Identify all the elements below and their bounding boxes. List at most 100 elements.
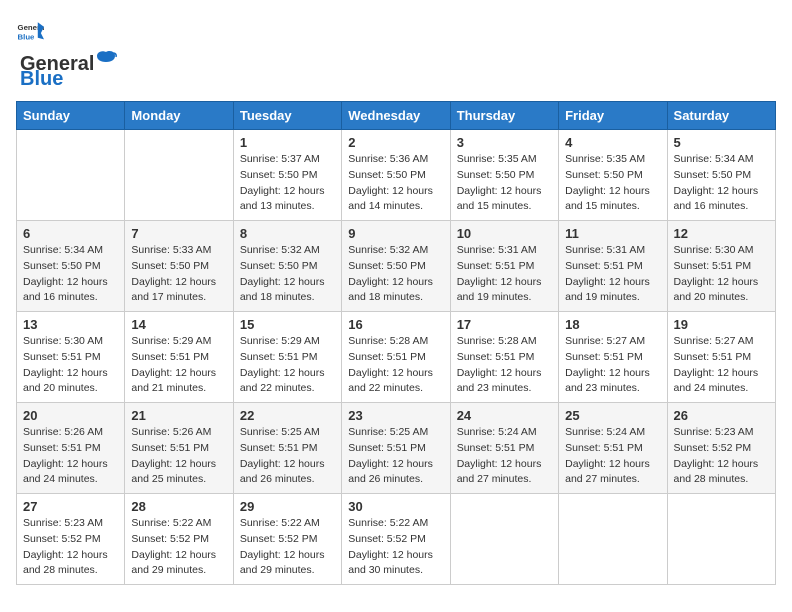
day-number: 5 xyxy=(674,135,769,150)
day-number: 29 xyxy=(240,499,335,514)
day-number: 28 xyxy=(131,499,226,514)
day-info: Sunrise: 5:31 AM Sunset: 5:51 PM Dayligh… xyxy=(565,243,660,306)
day-header-friday: Friday xyxy=(559,102,667,130)
day-info: Sunrise: 5:24 AM Sunset: 5:51 PM Dayligh… xyxy=(457,425,552,488)
day-info: Sunrise: 5:24 AM Sunset: 5:51 PM Dayligh… xyxy=(565,425,660,488)
day-info: Sunrise: 5:36 AM Sunset: 5:50 PM Dayligh… xyxy=(348,152,443,215)
day-info: Sunrise: 5:28 AM Sunset: 5:51 PM Dayligh… xyxy=(348,334,443,397)
calendar-cell: 10 Sunrise: 5:31 AM Sunset: 5:51 PM Dayli… xyxy=(450,221,558,312)
day-info: Sunrise: 5:22 AM Sunset: 5:52 PM Dayligh… xyxy=(131,516,226,579)
day-number: 1 xyxy=(240,135,335,150)
day-number: 27 xyxy=(23,499,118,514)
day-info: Sunrise: 5:22 AM Sunset: 5:52 PM Dayligh… xyxy=(240,516,335,579)
day-number: 4 xyxy=(565,135,660,150)
calendar-cell xyxy=(17,130,125,221)
calendar-cell: 15 Sunrise: 5:29 AM Sunset: 5:51 PM Dayli… xyxy=(233,312,341,403)
day-number: 24 xyxy=(457,408,552,423)
day-number: 16 xyxy=(348,317,443,332)
calendar-cell: 21Sunrise: 5:26 AM Sunset: 5:51 PM Dayli… xyxy=(125,403,233,494)
day-number: 2 xyxy=(348,135,443,150)
calendar-cell: 6Sunrise: 5:34 AM Sunset: 5:50 PM Daylig… xyxy=(17,221,125,312)
calendar-cell xyxy=(667,494,775,585)
day-number: 22 xyxy=(240,408,335,423)
calendar-cell: 11 Sunrise: 5:31 AM Sunset: 5:51 PM Dayli… xyxy=(559,221,667,312)
day-info: Sunrise: 5:32 AM Sunset: 5:50 PM Dayligh… xyxy=(348,243,443,306)
day-header-tuesday: Tuesday xyxy=(233,102,341,130)
calendar-cell: 29 Sunrise: 5:22 AM Sunset: 5:52 PM Dayli… xyxy=(233,494,341,585)
calendar-cell: 4 Sunrise: 5:35 AM Sunset: 5:50 PM Daylig… xyxy=(559,130,667,221)
day-number: 14 xyxy=(131,317,226,332)
day-header-thursday: Thursday xyxy=(450,102,558,130)
calendar-cell: 20Sunrise: 5:26 AM Sunset: 5:51 PM Dayli… xyxy=(17,403,125,494)
day-number: 9 xyxy=(348,226,443,241)
day-number: 26 xyxy=(674,408,769,423)
day-number: 7 xyxy=(131,226,226,241)
day-number: 30 xyxy=(348,499,443,514)
day-info: Sunrise: 5:27 AM Sunset: 5:51 PM Dayligh… xyxy=(674,334,769,397)
calendar-cell: 18 Sunrise: 5:27 AM Sunset: 5:51 PM Dayli… xyxy=(559,312,667,403)
calendar-cell: 25 Sunrise: 5:24 AM Sunset: 5:51 PM Dayli… xyxy=(559,403,667,494)
calendar-cell: 9 Sunrise: 5:32 AM Sunset: 5:50 PM Daylig… xyxy=(342,221,450,312)
day-info: Sunrise: 5:25 AM Sunset: 5:51 PM Dayligh… xyxy=(240,425,335,488)
calendar-table: SundayMondayTuesdayWednesdayThursdayFrid… xyxy=(16,101,776,585)
calendar-cell: 12Sunrise: 5:30 AM Sunset: 5:51 PM Dayli… xyxy=(667,221,775,312)
calendar-cell: 16 Sunrise: 5:28 AM Sunset: 5:51 PM Dayli… xyxy=(342,312,450,403)
calendar-cell xyxy=(125,130,233,221)
calendar-cell: 17 Sunrise: 5:28 AM Sunset: 5:51 PM Dayli… xyxy=(450,312,558,403)
calendar-cell xyxy=(450,494,558,585)
day-number: 18 xyxy=(565,317,660,332)
calendar-cell: 1 Sunrise: 5:37 AM Sunset: 5:50 PM Daylig… xyxy=(233,130,341,221)
calendar-cell: 28 Sunrise: 5:22 AM Sunset: 5:52 PM Dayli… xyxy=(125,494,233,585)
day-info: Sunrise: 5:26 AM Sunset: 5:51 PM Dayligh… xyxy=(131,425,226,488)
calendar-cell: 13 Sunrise: 5:30 AM Sunset: 5:51 PM Dayli… xyxy=(17,312,125,403)
day-header-monday: Monday xyxy=(125,102,233,130)
day-info: Sunrise: 5:33 AM Sunset: 5:50 PM Dayligh… xyxy=(131,243,226,306)
logo-icon: General Blue xyxy=(16,16,44,44)
calendar-week-row: 13 Sunrise: 5:30 AM Sunset: 5:51 PM Dayli… xyxy=(17,312,776,403)
calendar-cell: 19 Sunrise: 5:27 AM Sunset: 5:51 PM Dayli… xyxy=(667,312,775,403)
svg-text:Blue: Blue xyxy=(18,32,36,41)
header: General Blue General Blue xyxy=(16,16,776,91)
calendar-week-row: 20 Sunrise: 5:26 AM Sunset: 5:51 PM Dayli… xyxy=(17,403,776,494)
day-number: 10 xyxy=(457,226,552,241)
day-info: Sunrise: 5:28 AM Sunset: 5:51 PM Dayligh… xyxy=(457,334,552,397)
calendar-cell: 14 Sunrise: 5:29 AM Sunset: 5:51 PM Dayli… xyxy=(125,312,233,403)
day-number: 20 xyxy=(23,408,118,423)
calendar-cell: 23Sunrise: 5:25 AM Sunset: 5:51 PM Dayli… xyxy=(342,403,450,494)
day-number: 19 xyxy=(674,317,769,332)
day-info: Sunrise: 5:29 AM Sunset: 5:51 PM Dayligh… xyxy=(131,334,226,397)
calendar-cell: 2 Sunrise: 5:36 AM Sunset: 5:50 PM Daylig… xyxy=(342,130,450,221)
calendar-cell: 7 Sunrise: 5:33 AM Sunset: 5:50 PM Daylig… xyxy=(125,221,233,312)
day-info: Sunrise: 5:37 AM Sunset: 5:50 PM Dayligh… xyxy=(240,152,335,215)
day-number: 17 xyxy=(457,317,552,332)
calendar-cell: 30 Sunrise: 5:22 AM Sunset: 5:52 PM Dayli… xyxy=(342,494,450,585)
day-info: Sunrise: 5:22 AM Sunset: 5:52 PM Dayligh… xyxy=(348,516,443,579)
day-number: 25 xyxy=(565,408,660,423)
day-number: 13 xyxy=(23,317,118,332)
day-number: 12 xyxy=(674,226,769,241)
day-info: Sunrise: 5:27 AM Sunset: 5:51 PM Dayligh… xyxy=(565,334,660,397)
logo: General Blue General Blue xyxy=(16,16,118,91)
logo-bird-icon xyxy=(95,48,117,70)
calendar-week-row: 6Sunrise: 5:34 AM Sunset: 5:50 PM Daylig… xyxy=(17,221,776,312)
day-number: 3 xyxy=(457,135,552,150)
day-info: Sunrise: 5:23 AM Sunset: 5:52 PM Dayligh… xyxy=(23,516,118,579)
day-info: Sunrise: 5:29 AM Sunset: 5:51 PM Dayligh… xyxy=(240,334,335,397)
day-info: Sunrise: 5:35 AM Sunset: 5:50 PM Dayligh… xyxy=(457,152,552,215)
calendar-week-row: 27 Sunrise: 5:23 AM Sunset: 5:52 PM Dayli… xyxy=(17,494,776,585)
day-info: Sunrise: 5:32 AM Sunset: 5:50 PM Dayligh… xyxy=(240,243,335,306)
day-info: Sunrise: 5:35 AM Sunset: 5:50 PM Dayligh… xyxy=(565,152,660,215)
day-number: 11 xyxy=(565,226,660,241)
day-info: Sunrise: 5:30 AM Sunset: 5:51 PM Dayligh… xyxy=(23,334,118,397)
calendar-cell xyxy=(559,494,667,585)
day-header-saturday: Saturday xyxy=(667,102,775,130)
calendar-cell: 24 Sunrise: 5:24 AM Sunset: 5:51 PM Dayli… xyxy=(450,403,558,494)
calendar-cell: 5 Sunrise: 5:34 AM Sunset: 5:50 PM Daylig… xyxy=(667,130,775,221)
calendar-cell: 3 Sunrise: 5:35 AM Sunset: 5:50 PM Daylig… xyxy=(450,130,558,221)
calendar-cell: 27 Sunrise: 5:23 AM Sunset: 5:52 PM Dayli… xyxy=(17,494,125,585)
day-info: Sunrise: 5:31 AM Sunset: 5:51 PM Dayligh… xyxy=(457,243,552,306)
logo-text-area: General Blue xyxy=(20,48,118,91)
day-info: Sunrise: 5:25 AM Sunset: 5:51 PM Dayligh… xyxy=(348,425,443,488)
day-info: Sunrise: 5:34 AM Sunset: 5:50 PM Dayligh… xyxy=(674,152,769,215)
day-number: 15 xyxy=(240,317,335,332)
